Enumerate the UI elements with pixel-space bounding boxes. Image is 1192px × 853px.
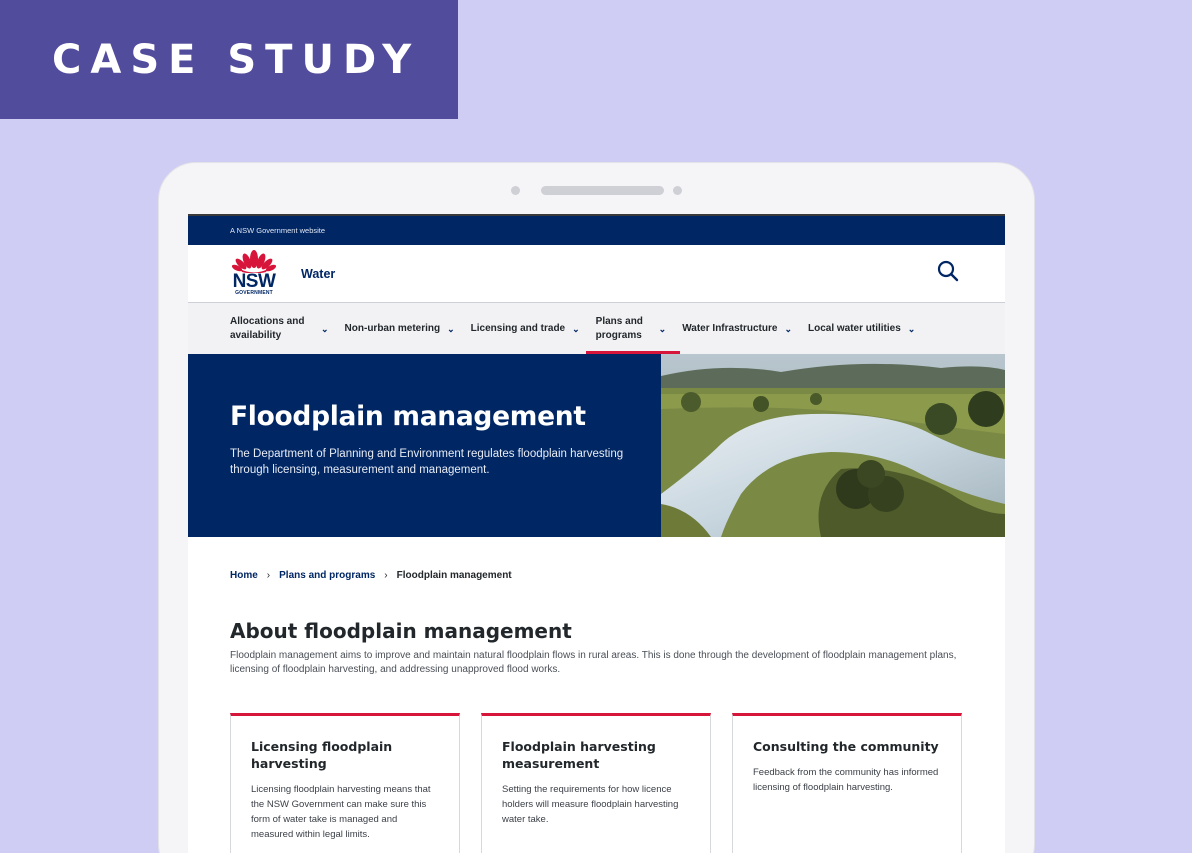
nav-item-licensing[interactable]: Licensing and trade ⌄ <box>471 303 580 354</box>
chevron-down-icon: ⌄ <box>321 323 329 334</box>
nav-item-metering[interactable]: Non-urban metering ⌄ <box>345 303 455 354</box>
search-icon <box>937 260 959 282</box>
card-description: Setting the requirements for how licence… <box>502 784 679 825</box>
chevron-down-icon: ⌄ <box>447 323 455 334</box>
about-section: About floodplain management Floodplain m… <box>188 581 1005 677</box>
card-description: Feedback from the community has informed… <box>753 767 939 793</box>
nav-item-allocations[interactable]: Allocations and availability ⌄ <box>230 303 329 354</box>
nsw-logo[interactable]: NSW GOVERNMENT <box>230 249 278 299</box>
chevron-down-icon: ⌄ <box>784 323 792 334</box>
chevron-down-icon: ⌄ <box>658 323 667 334</box>
nav-item-infrastructure[interactable]: Water Infrastructure ⌄ <box>682 303 792 354</box>
hero-banner: Floodplain management The Department of … <box>188 354 1005 537</box>
nav-item-plans[interactable]: Plans and programs ⌄ <box>585 303 680 354</box>
chevron-right-icon: › <box>384 570 388 581</box>
camera-dot <box>511 186 520 195</box>
chevron-down-icon: ⌄ <box>907 323 916 334</box>
case-study-label: CASE STUDY <box>52 36 421 83</box>
nav-item-label: Local water utilities <box>807 322 901 334</box>
case-study-banner: CASE STUDY <box>0 0 458 119</box>
chevron-right-icon: › <box>266 570 271 581</box>
card-licensing[interactable]: Licensing floodplain harvesting Licensin… <box>230 713 460 853</box>
logo-subtext: GOVERNMENT <box>235 289 273 296</box>
browser-screen: A NSW Government website NSW GOVERNMENT … <box>188 214 1005 853</box>
gov-masthead: A NSW Government website <box>188 216 1005 245</box>
nav-item-label: Non-urban metering <box>344 322 441 334</box>
card-title: Licensing floodplain harvesting <box>251 739 393 771</box>
nav-item-label: Allocations and availability <box>230 315 305 341</box>
logo-wordmark: NSW <box>232 270 276 292</box>
waratah-logo-icon <box>232 249 276 273</box>
speaker-bar <box>541 186 664 195</box>
site-name[interactable]: Water <box>301 267 335 281</box>
river-landscape-image <box>661 354 1005 537</box>
sensor-dot <box>673 186 682 195</box>
section-title: About floodplain management <box>230 619 572 643</box>
card-title: Consulting the community <box>753 739 939 754</box>
search-button[interactable] <box>937 260 959 287</box>
card-community[interactable]: Consulting the community Feedback from t… <box>732 713 962 853</box>
card-measurement[interactable]: Floodplain harvesting measurement Settin… <box>481 713 711 853</box>
section-description: Floodplain management aims to improve an… <box>230 650 957 675</box>
nav-item-label: Licensing and trade <box>470 322 566 334</box>
main-nav: Allocations and availability ⌄ Non-urban… <box>188 303 1005 354</box>
card-description: Licensing floodplain harvesting means th… <box>251 784 431 840</box>
breadcrumb: Home › Plans and programs › Floodplain m… <box>188 537 1005 581</box>
breadcrumb-parent-link[interactable]: Plans and programs <box>279 570 375 581</box>
gov-masthead-text: A NSW Government website <box>230 226 326 235</box>
site-header: NSW GOVERNMENT Water <box>188 245 1005 303</box>
card-title: Floodplain harvesting measurement <box>502 739 656 771</box>
chevron-down-icon: ⌄ <box>572 323 580 334</box>
nav-item-label: Water Infrastructure <box>682 322 778 334</box>
hero-text-panel: Floodplain management The Department of … <box>188 354 661 537</box>
card-list: Licensing floodplain harvesting Licensin… <box>230 713 962 853</box>
page-title: Floodplain management <box>230 401 586 432</box>
hero-description: The Department of Planning and Environme… <box>230 448 624 476</box>
breadcrumb-home-link[interactable]: Home <box>230 570 258 581</box>
nav-item-utilities[interactable]: Local water utilities ⌄ <box>808 303 915 354</box>
breadcrumb-current: Floodplain management <box>396 570 512 581</box>
nav-item-label: Plans and programs <box>595 315 643 341</box>
